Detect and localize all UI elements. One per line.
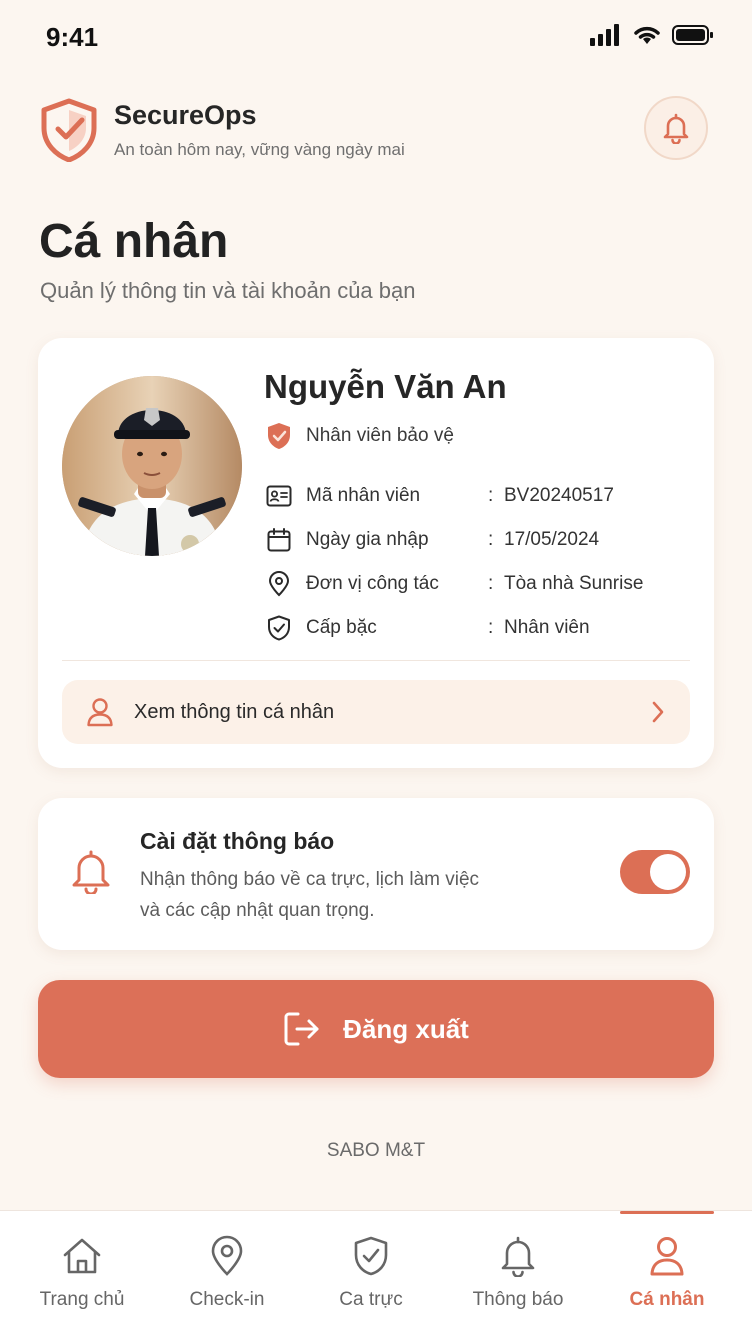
tab-shift[interactable]: Ca trực <box>296 1233 446 1329</box>
info-label: Mã nhân viên <box>306 485 421 506</box>
avatar-image <box>62 376 242 556</box>
status-time: 9:41 <box>46 22 99 52</box>
status-bar: 9:41 <box>0 0 752 78</box>
role-row: Nhân viên bảo vệ <box>266 422 454 450</box>
avatar <box>62 376 242 556</box>
location-pin-icon <box>266 571 292 597</box>
shield-check-icon <box>266 615 292 641</box>
info-row-join-date: Ngày gia nhập : 17/05/2024 <box>266 525 706 555</box>
chevron-right-icon <box>652 701 664 723</box>
notification-settings-description: Nhận thông báo về ca trực, lịch làm việc… <box>140 864 520 926</box>
info-colon: : <box>488 529 494 550</box>
tab-check-in[interactable]: Check-in <box>152 1233 302 1329</box>
tab-label: Thông báo <box>472 1289 564 1310</box>
tab-label: Cá nhân <box>629 1289 705 1310</box>
brand-tagline: An toàn hôm nay, vững vàng ngày mai <box>114 140 405 159</box>
info-row-employee-id: Mã nhân viên : BV20240517 <box>266 481 706 511</box>
shield-check-icon <box>354 1236 388 1276</box>
view-profile-label: Xem thông tin cá nhân <box>134 700 335 723</box>
tab-label: Trang chủ <box>39 1289 125 1310</box>
logout-label: Đăng xuất <box>343 1013 469 1044</box>
role-text: Nhân viên bảo vệ <box>306 425 454 446</box>
bell-icon <box>663 113 689 144</box>
page-title: Cá nhân <box>39 215 229 268</box>
divider <box>62 660 690 661</box>
active-tab-indicator <box>620 1211 714 1214</box>
notification-settings-card: Cài đặt thông báo Nhận thông báo về ca t… <box>38 798 714 950</box>
calendar-icon <box>266 527 292 553</box>
description-line: Nhận thông báo về ca trực, lịch làm việc <box>140 869 480 890</box>
bell-icon <box>72 850 110 894</box>
info-value: Nhân viên <box>504 617 590 638</box>
status-icons <box>590 24 714 46</box>
tab-notifications[interactable]: Thông báo <box>443 1233 593 1329</box>
info-row-rank: Cấp bặc : Nhân viên <box>266 613 706 643</box>
profile-name: Nguyễn Văn An <box>264 368 507 405</box>
bottom-tab-bar: Trang chủ Check-in Ca trực Thông báo Cá … <box>0 1210 752 1344</box>
notification-settings-title: Cài đặt thông báo <box>140 828 335 854</box>
info-colon: : <box>488 485 494 506</box>
home-icon <box>63 1238 101 1274</box>
tab-label: Ca trực <box>339 1289 403 1310</box>
location-pin-icon <box>211 1235 243 1276</box>
tab-profile[interactable]: Cá nhân <box>592 1233 742 1329</box>
tab-label: Check-in <box>189 1289 265 1310</box>
notifications-toggle[interactable] <box>620 850 690 894</box>
info-label: Ngày gia nhập <box>306 529 429 550</box>
battery-icon <box>672 25 713 45</box>
info-colon: : <box>488 617 494 638</box>
wifi-icon <box>634 26 660 44</box>
description-line: và các cập nhật quan trọng. <box>140 900 375 921</box>
shield-icon <box>268 423 290 449</box>
toggle-knob <box>650 854 686 890</box>
app-header: SecureOps An toàn hôm nay, vững vàng ngà… <box>40 96 712 166</box>
shield-check-icon <box>41 98 97 162</box>
info-colon: : <box>488 573 494 594</box>
signal-icon <box>590 24 619 46</box>
user-icon <box>650 1237 684 1276</box>
view-profile-button[interactable]: Xem thông tin cá nhân <box>62 680 690 744</box>
page-subtitle: Quản lý thông tin và tài khoản của bạn <box>40 278 416 303</box>
brand-name: SecureOps <box>114 100 257 130</box>
user-icon <box>87 698 113 727</box>
tab-home[interactable]: Trang chủ <box>7 1233 157 1329</box>
info-value: 17/05/2024 <box>504 529 600 550</box>
info-value: Tòa nhà Sunrise <box>504 573 644 594</box>
logout-button[interactable]: Đăng xuất <box>38 980 714 1078</box>
info-label: Đơn vị công tác <box>306 573 439 594</box>
info-label: Cấp bặc <box>306 617 377 638</box>
info-value: BV20240517 <box>504 485 614 506</box>
id-card-icon <box>266 483 292 509</box>
profile-card: Nguyễn Văn An Nhân viên bảo vệ Mã nhân v… <box>38 338 714 768</box>
bell-icon <box>501 1236 535 1277</box>
notifications-button[interactable] <box>644 96 708 160</box>
info-row-work-unit: Đơn vị công tác : Tòa nhà Sunrise <box>266 569 706 599</box>
logout-icon <box>284 1012 319 1046</box>
footer-brand: SABO M&T <box>326 1140 426 1161</box>
